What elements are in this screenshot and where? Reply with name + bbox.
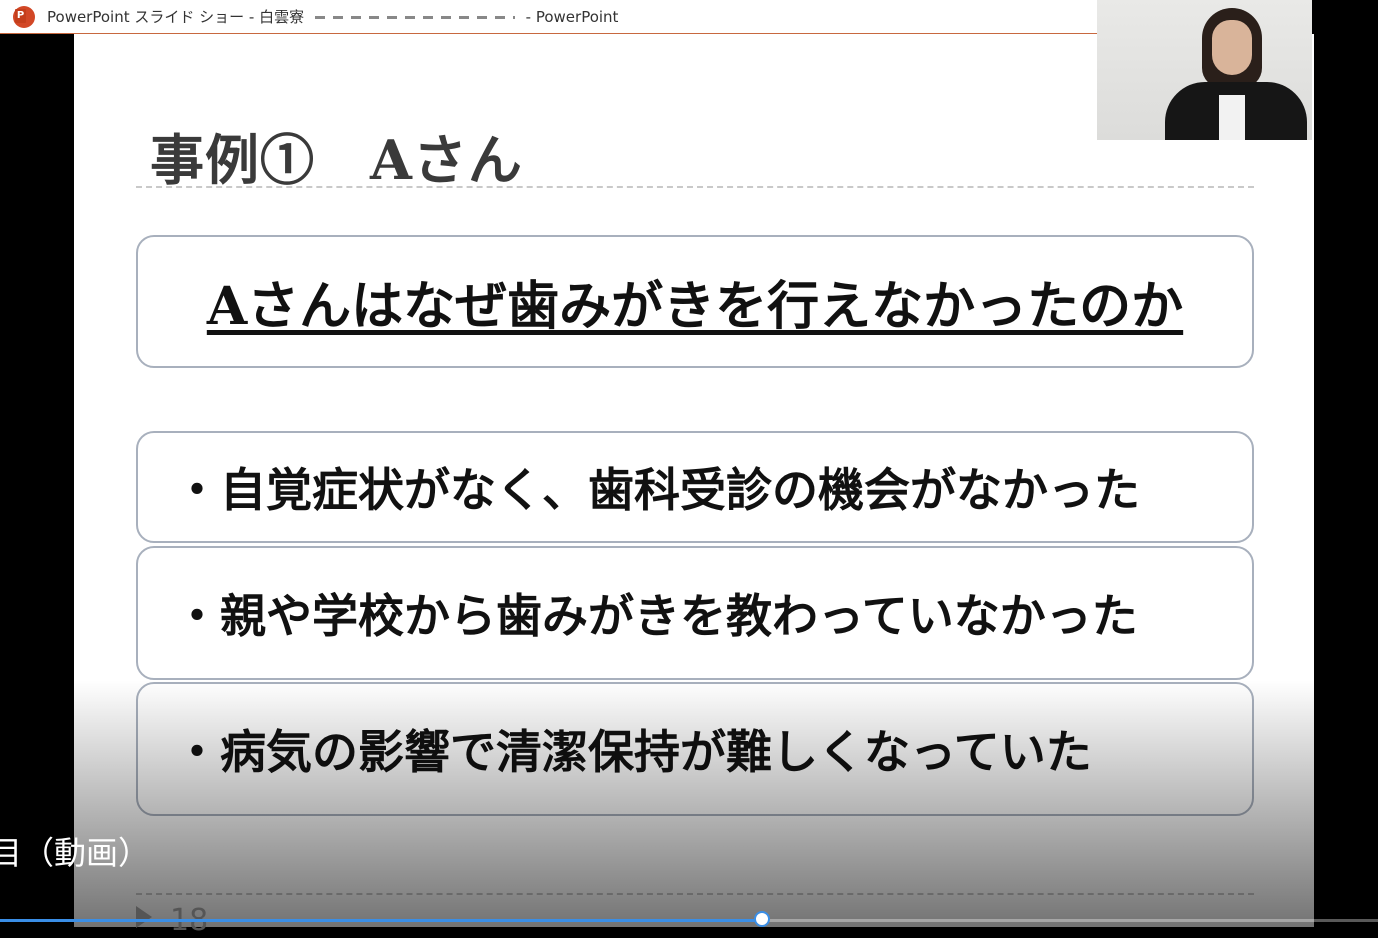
window-title-bar: P PowerPoint スライド ショー - 白雲寮 - PowerPoint: [0, 0, 1097, 34]
title-divider: [136, 186, 1254, 188]
bullet-box-1: ・自覚症状がなく、歯科受診の機会がなかった: [136, 431, 1254, 543]
window-title-prefix: PowerPoint スライド ショー - 白雲寮: [47, 8, 305, 26]
progress-scrubber-handle[interactable]: [754, 911, 770, 927]
slide: 事例① Aさん Aさんはなぜ歯みがきを行えなかったのか ・自覚症状がなく、歯科受…: [74, 34, 1314, 927]
question-box: Aさんはなぜ歯みがきを行えなかったのか: [136, 235, 1254, 368]
progress-fill: [0, 919, 762, 922]
bullet-text-1: ・自覚症状がなく、歯科受診の機会がなかった: [174, 463, 1140, 517]
powerpoint-icon: P: [13, 5, 35, 28]
question-text: Aさんはなぜ歯みがきを行えなかったのか: [206, 276, 1184, 337]
bullet-box-3: ・病気の影響で清潔保持が難しくなっていた: [136, 682, 1254, 816]
slide-title: 事例① Aさん: [150, 128, 523, 192]
presenter-webcam: [1097, 0, 1312, 140]
redacted-title-segment: [314, 16, 515, 19]
play-icon[interactable]: [136, 906, 152, 928]
video-title-caption: 目（動画）: [0, 834, 151, 872]
bullet-text-3: ・病気の影響で清潔保持が難しくなっていた: [174, 725, 1092, 779]
footer-divider: [136, 893, 1254, 895]
bullet-box-2: ・親や学校から歯みがきを教わっていなかった: [136, 546, 1254, 680]
window-title-suffix: - PowerPoint: [525, 8, 619, 26]
bullet-text-2: ・親や学校から歯みがきを教わっていなかった: [174, 589, 1138, 643]
window-title: PowerPoint スライド ショー - 白雲寮 - PowerPoint: [47, 6, 618, 27]
